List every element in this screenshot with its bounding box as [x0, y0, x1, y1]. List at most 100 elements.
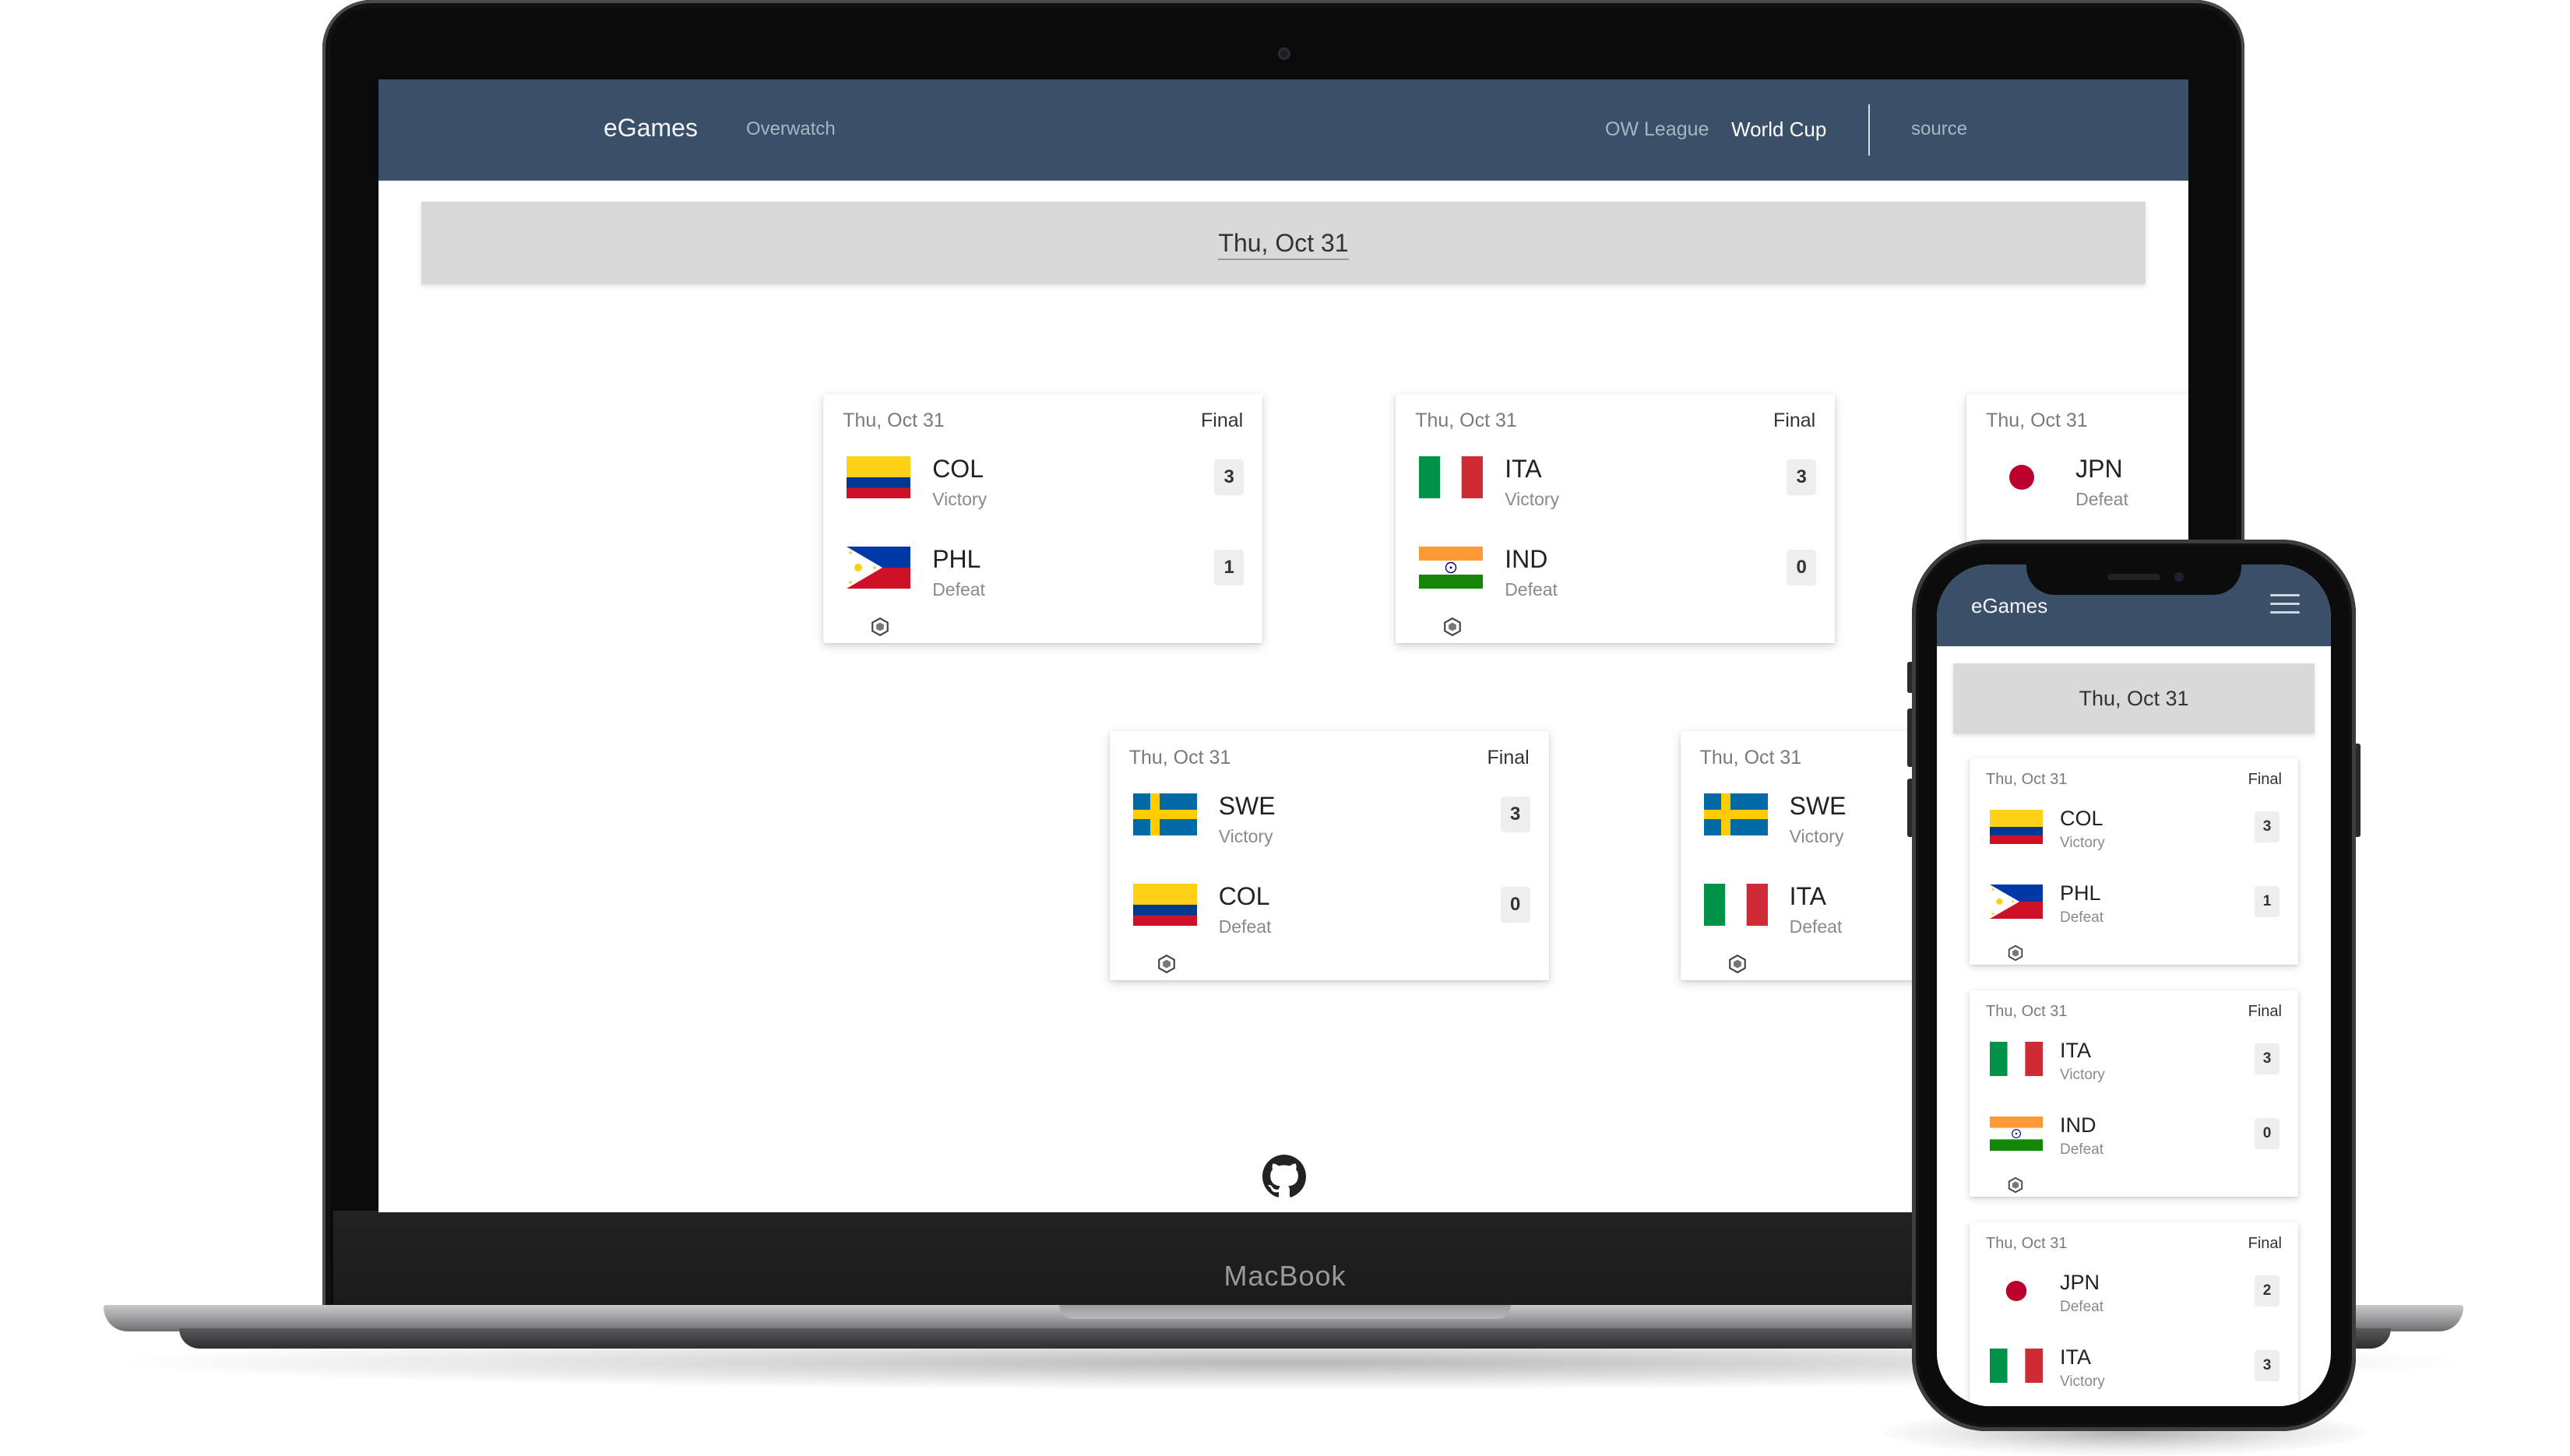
- team-row: IND Defeat 0: [1990, 1110, 2280, 1165]
- team-row: JPN Defeat 2: [1990, 448, 2188, 511]
- laptop-hinge-notch: [1059, 1305, 1511, 1319]
- india-flag: [1990, 1117, 2043, 1151]
- team-row: ITA Victory 3: [1990, 1342, 2280, 1397]
- team-result: Victory: [1218, 825, 1273, 846]
- match-card[interactable]: Thu, Oct 31 Final COL Victory 3 PHL Defe…: [823, 394, 1263, 644]
- match-status: Final: [2248, 771, 2282, 788]
- team-code: COL: [1218, 881, 1270, 910]
- team-row: COL Victory 3: [1990, 804, 2280, 858]
- score-badge: 2: [2255, 1275, 2280, 1307]
- philippines-flag: [1990, 885, 2043, 919]
- nav-link-world-cup[interactable]: World Cup: [1731, 118, 1826, 142]
- nav-link-ow-league[interactable]: OW League: [1605, 118, 1709, 141]
- team-row: SWE Victory 3: [1132, 786, 1530, 848]
- score-badge: 1: [1214, 550, 1245, 586]
- team-code: JPN: [2060, 1271, 2100, 1294]
- match-status: Final: [1201, 410, 1244, 432]
- phone-match-card[interactable]: Thu, Oct 31 Final JPN Defeat 2 ITA Victo…: [1970, 1222, 2298, 1406]
- github-icon[interactable]: [1262, 1155, 1306, 1198]
- phone-match-card[interactable]: Thu, Oct 31 Final ITA Victory 3 IND Defe…: [1970, 990, 2298, 1197]
- match-status: Final: [1487, 746, 1530, 768]
- score-badge: 0: [1500, 886, 1530, 923]
- laptop-brand-label: MacBook: [1223, 1260, 1347, 1292]
- match-card[interactable]: Thu, Oct 31 Final SWE Victory 3 COL Defe…: [1109, 730, 1549, 980]
- colombia-flag: [847, 456, 911, 499]
- brand-link[interactable]: eGames: [604, 114, 698, 142]
- overwatch-icon: [2007, 944, 2024, 962]
- india-flag: [1419, 547, 1484, 589]
- date-header-text[interactable]: Thu, Oct 31: [1218, 229, 1349, 260]
- match-date: Thu, Oct 31: [843, 410, 945, 432]
- score-badge: 0: [1787, 550, 1817, 586]
- team-result: Defeat: [1505, 579, 1558, 600]
- overwatch-icon: [1156, 954, 1177, 974]
- italy-flag: [1990, 1349, 2043, 1383]
- team-result: Victory: [932, 489, 988, 510]
- philippines-flag: [847, 547, 911, 589]
- team-result: Victory: [1789, 825, 1844, 846]
- team-code: SWE: [1789, 791, 1847, 820]
- team-code: IND: [2060, 1113, 2096, 1137]
- team-row: PHL Defeat 1: [847, 539, 1245, 601]
- score-badge: 3: [2255, 1350, 2280, 1381]
- match-date: Thu, Oct 31: [1986, 771, 2068, 788]
- match-date: Thu, Oct 31: [1415, 410, 1517, 432]
- japan-flag: [1990, 1274, 2043, 1308]
- score-badge: 0: [2255, 1118, 2280, 1149]
- match-date: Thu, Oct 31: [1128, 746, 1231, 768]
- team-result: Defeat: [2075, 489, 2128, 510]
- match-status: Final: [1773, 410, 1816, 432]
- match-date: Thu, Oct 31: [1699, 746, 1802, 768]
- match-date: Thu, Oct 31: [1986, 410, 2088, 432]
- phone-screen: eGames Thu, Oct 31 Thu, Oct 31 Final COL…: [1937, 564, 2331, 1406]
- team-row: PHL Defeat 1: [1990, 878, 2280, 933]
- team-result: Victory: [2060, 1067, 2105, 1083]
- team-result: Defeat: [2060, 1141, 2104, 1158]
- team-row: COL Victory 3: [847, 448, 1245, 511]
- phone-front-camera: [2174, 572, 2184, 582]
- overwatch-icon: [1727, 954, 1748, 974]
- score-badge: 1: [2255, 886, 2280, 917]
- italy-flag: [1419, 456, 1484, 499]
- score-badge: 3: [2255, 811, 2280, 842]
- overwatch-icon: [870, 617, 890, 637]
- laptop-webcam: [1278, 47, 1290, 60]
- phone-speaker: [2107, 574, 2160, 580]
- hamburger-menu-icon[interactable]: [2270, 594, 2300, 614]
- sweden-flag: [1132, 793, 1197, 835]
- team-code: PHL: [2060, 881, 2101, 905]
- team-code: SWE: [1218, 791, 1276, 820]
- phone-date-header-bar: Thu, Oct 31: [1953, 663, 2315, 733]
- team-row: IND Defeat 0: [1419, 539, 1817, 601]
- team-result: Defeat: [932, 579, 985, 600]
- team-code: COL: [2060, 807, 2104, 830]
- match-card[interactable]: Thu, Oct 31 Final ITA Victory 3 IND Defe…: [1396, 394, 1836, 644]
- team-code: IND: [1505, 545, 1548, 574]
- team-code: ITA: [2060, 1345, 2091, 1369]
- phone-date-header-text[interactable]: Thu, Oct 31: [1953, 663, 2315, 733]
- nav-link-overwatch[interactable]: Overwatch: [746, 118, 836, 140]
- nav-divider: [1868, 104, 1870, 156]
- team-result: Victory: [2060, 835, 2105, 851]
- team-code: PHL: [932, 545, 981, 574]
- team-code: ITA: [1789, 881, 1826, 910]
- colombia-flag: [1132, 883, 1197, 926]
- match-date: Thu, Oct 31: [1986, 1003, 2068, 1020]
- team-row: ITA Victory 3: [1419, 448, 1817, 511]
- nav-link-source[interactable]: source: [1911, 118, 1967, 140]
- phone-match-card[interactable]: Thu, Oct 31 Final COL Victory 3 PHL Defe…: [1970, 758, 2298, 965]
- colombia-flag: [1990, 810, 2043, 844]
- team-code: ITA: [2060, 1039, 2091, 1062]
- score-badge: 3: [2255, 1043, 2280, 1074]
- japan-flag: [1990, 456, 2054, 499]
- team-row: JPN Defeat 2: [1990, 1268, 2280, 1322]
- italy-flag: [1703, 883, 1768, 926]
- score-badge: 3: [1214, 459, 1245, 496]
- team-result: Victory: [2060, 1373, 2105, 1390]
- overwatch-icon: [1442, 617, 1463, 637]
- team-row: COL Defeat 0: [1132, 876, 1530, 938]
- phone-brand-link[interactable]: eGames: [1971, 594, 2047, 618]
- team-result: Defeat: [1218, 916, 1272, 937]
- team-result: Defeat: [2060, 1299, 2104, 1315]
- team-result: Victory: [1505, 489, 1560, 510]
